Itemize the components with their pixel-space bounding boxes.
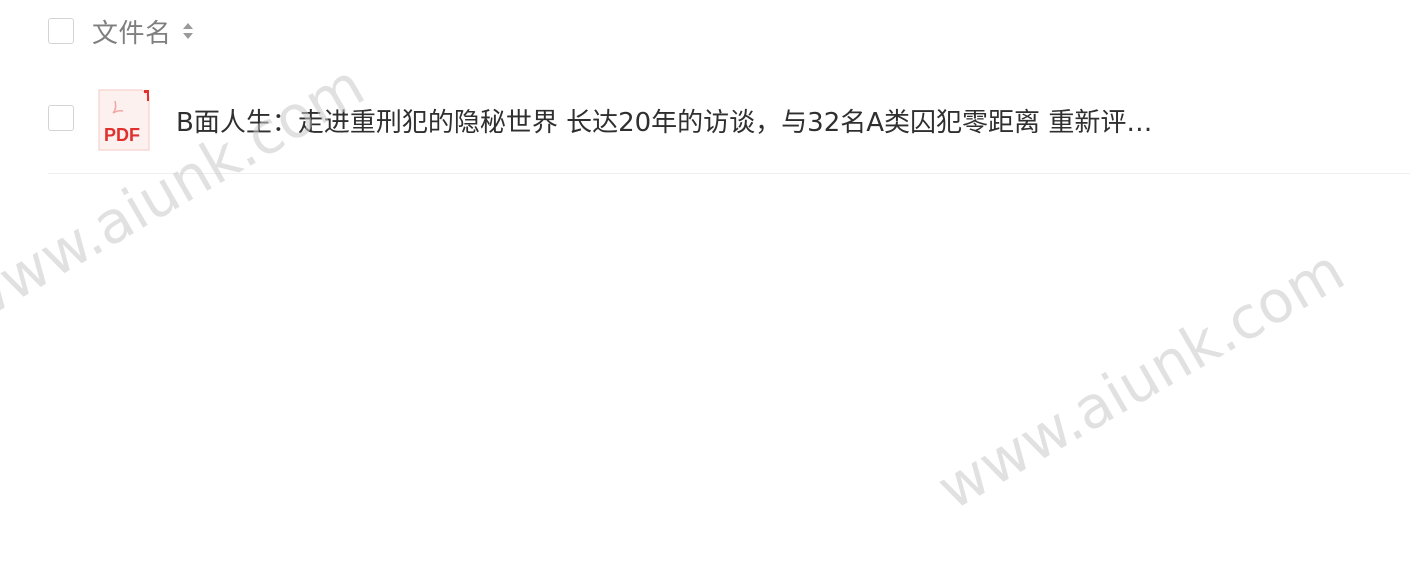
select-all-checkbox[interactable] — [48, 18, 74, 44]
pdf-file-icon: PDF — [98, 89, 150, 151]
watermark-text: www.aiunk.com — [926, 235, 1356, 523]
pdf-icon-label: PDF — [104, 125, 140, 145]
table-row[interactable]: PDF B面人生：走进重刑犯的隐秘世界 长达20年的访谈，与32名A类囚犯零距离… — [48, 88, 1410, 174]
file-name-link[interactable]: B面人生：走进重刑犯的隐秘世界 长达20年的访谈，与32名A类囚犯零距离 重新评… — [176, 102, 1236, 139]
row-checkbox[interactable] — [48, 105, 74, 131]
filename-column-header[interactable]: 文件名 — [92, 13, 172, 50]
list-header: 文件名 — [48, 12, 194, 50]
file-list-page: 文件名 PDF B面人生：走进重刑犯的隐秘世界 长达20年的访谈，与32名A类囚… — [0, 0, 1410, 588]
sort-icon[interactable] — [182, 20, 194, 42]
